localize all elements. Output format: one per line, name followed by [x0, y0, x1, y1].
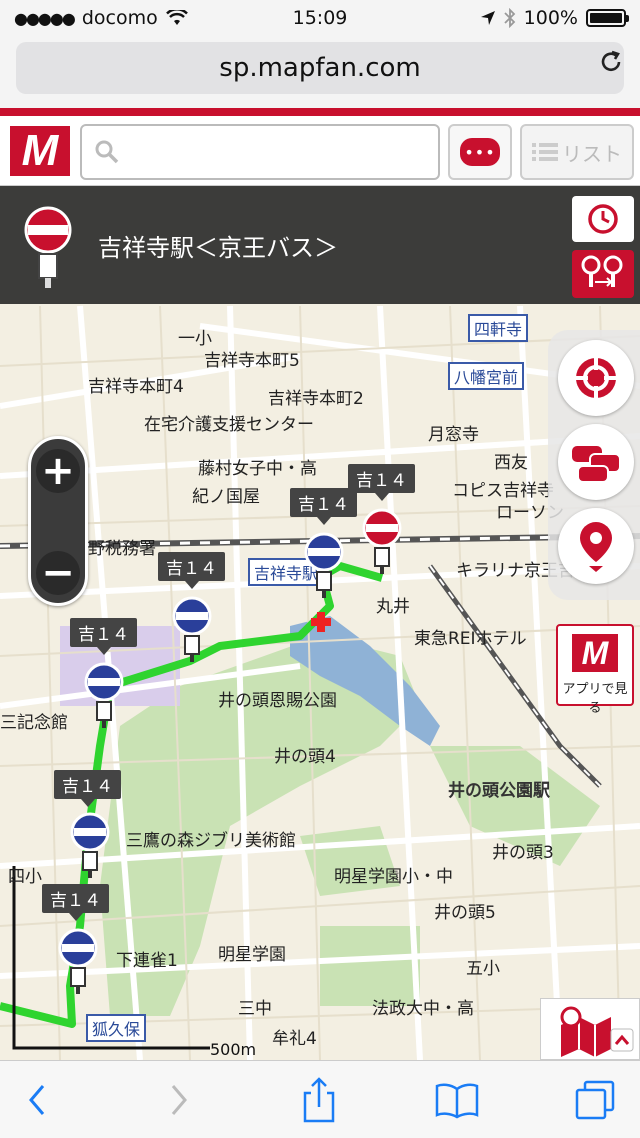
map-label: 野税務署: [88, 539, 156, 559]
map-layers-button[interactable]: [540, 998, 640, 1060]
map-label: 西友: [494, 453, 528, 473]
map-label: 下連雀1: [116, 951, 178, 971]
transfer-icon: [581, 255, 623, 287]
open-app-label: アプリで見る: [562, 682, 628, 716]
traffic-icon: [572, 446, 621, 483]
pin-icon: [580, 522, 612, 572]
location-arrow-icon: [480, 11, 495, 25]
search-icon: [95, 140, 119, 164]
map-label: 五小: [466, 959, 500, 979]
url-field[interactable]: sp.mapfan.com: [16, 42, 624, 94]
list-button[interactable]: リスト: [520, 124, 634, 180]
list-label: リスト: [562, 141, 622, 166]
url-text: sp.mapfan.com: [219, 53, 421, 83]
mapfan-app-logo: M: [572, 634, 618, 672]
browser-address-bar: sp.mapfan.com: [0, 36, 640, 108]
timetable-button[interactable]: [572, 196, 634, 242]
map-label: 三記念館: [0, 713, 68, 733]
map-label: 藤村女子中・高: [198, 459, 317, 479]
station-title: 吉祥寺駅＜京王バス＞: [98, 234, 338, 262]
bus-stop-callout[interactable]: 吉１４: [158, 552, 225, 589]
clock-icon: [588, 204, 618, 234]
bus-stop-icon[interactable]: [304, 532, 344, 600]
map-label-park: 井の頭恩賜公園: [218, 691, 337, 711]
map-label: 明星学園: [218, 945, 286, 965]
chat-bubble-icon: •••: [460, 138, 500, 166]
map-label: 井の頭5: [434, 903, 496, 923]
bookmarks-icon[interactable]: [432, 1075, 482, 1125]
bus-stop-callout[interactable]: 吉１４: [54, 770, 121, 807]
brand-accent-bar: [0, 108, 640, 116]
map-label: 東急REIホテル: [414, 629, 527, 649]
browser-toolbar: [0, 1060, 640, 1138]
map-label: 吉祥寺本町4: [88, 377, 184, 397]
bus-stop-icon[interactable]: [70, 812, 110, 880]
map-label: 牟礼4: [272, 1029, 317, 1049]
bus-stop-callout[interactable]: 吉１４: [42, 884, 109, 921]
search-input[interactable]: [128, 140, 408, 164]
app-header: M ••• リスト: [0, 116, 640, 186]
transfer-button[interactable]: [572, 250, 634, 298]
back-icon[interactable]: [12, 1075, 62, 1125]
map-label-station: 井の頭公園駅: [448, 781, 550, 801]
map-label: 四小: [8, 867, 42, 887]
map-label: 明星学園小・中: [334, 867, 453, 887]
traffic-button[interactable]: [558, 424, 634, 500]
forward-icon[interactable]: [154, 1075, 204, 1125]
bus-stop-icon-selected[interactable]: [362, 508, 402, 576]
zoom-out-button[interactable]: −: [36, 550, 80, 596]
bus-stop-callout[interactable]: 吉１４: [290, 488, 357, 525]
zoom-control: + −: [28, 436, 88, 606]
map-label: 四軒寺: [468, 314, 529, 342]
bus-stop-icon-large: [24, 206, 72, 288]
station-banner[interactable]: 吉祥寺駅＜京王バス＞: [0, 186, 560, 304]
map-label: 三中: [238, 999, 272, 1019]
list-icon: [532, 143, 558, 161]
map-label: 吉祥寺本町5: [204, 351, 300, 371]
map-label: 丸井: [376, 597, 410, 617]
bluetooth-icon: [504, 8, 515, 28]
battery-icon: [586, 9, 629, 27]
mapfan-logo[interactable]: M: [10, 126, 70, 176]
map-label: 三鷹の森ジブリ美術館: [126, 831, 296, 851]
map-label: 在宅介護支援センター: [144, 415, 314, 435]
pin-drop-button[interactable]: [558, 508, 634, 584]
current-location-button[interactable]: [558, 340, 634, 416]
layers-icon: [560, 1006, 634, 1057]
map-label: 月窓寺: [428, 425, 479, 445]
bus-stop-icon[interactable]: [84, 662, 124, 730]
map-label: 法政大中・高: [372, 999, 474, 1019]
carrier-name: docomo: [81, 7, 158, 29]
map-label: 紀ノ国屋: [192, 487, 260, 507]
map-scale-label: 500m: [210, 1040, 257, 1059]
bus-stop-callout[interactable]: 吉１４: [70, 618, 137, 655]
bus-stop-callout[interactable]: 吉１４: [348, 464, 415, 501]
bus-stop-icon[interactable]: [172, 596, 212, 664]
share-icon[interactable]: [294, 1075, 344, 1125]
search-box[interactable]: [80, 124, 440, 180]
signal-dots-icon: ●●●●●: [14, 8, 76, 28]
map-label: 狐久保: [86, 1014, 147, 1042]
map-label: 八幡宮前: [448, 362, 525, 390]
map-label: 吉祥寺本町2: [268, 389, 364, 409]
chat-button[interactable]: •••: [448, 124, 512, 180]
tabs-icon[interactable]: [570, 1075, 620, 1125]
wifi-icon: [165, 10, 188, 25]
map-label: 井の頭4: [274, 747, 336, 767]
reload-icon[interactable]: [598, 49, 624, 82]
map-label: 一小: [178, 329, 212, 349]
battery-percent: 100%: [523, 7, 578, 29]
map-label: 井の頭3: [492, 843, 554, 863]
bus-stop-icon[interactable]: [58, 928, 98, 996]
crosshair-icon: [576, 358, 616, 398]
status-bar: ●●●●● docomo 15:09 100%: [0, 0, 640, 36]
zoom-in-button[interactable]: +: [36, 448, 80, 494]
open-app-button[interactable]: M アプリで見る: [556, 624, 634, 716]
